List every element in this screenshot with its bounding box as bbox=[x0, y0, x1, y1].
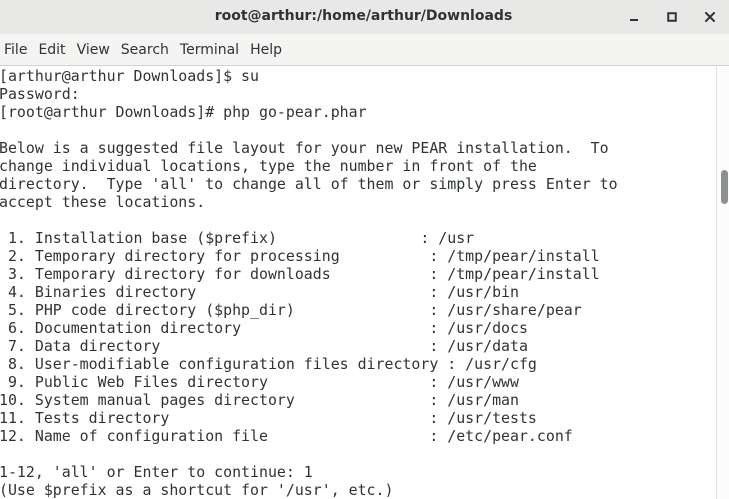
terminal-line: change individual locations, type the nu… bbox=[0, 157, 537, 175]
terminal-line: 6. Documentation directory : /usr/docs bbox=[0, 319, 528, 337]
terminal-line: 2. Temporary directory for processing : … bbox=[0, 247, 600, 265]
terminal-line: 12. Name of configuration file : /etc/pe… bbox=[0, 427, 573, 445]
window-title: root@arthur:/home/arthur/Downloads bbox=[214, 8, 513, 24]
terminal-line: 1-12, 'all' or Enter to continue: 1 bbox=[0, 463, 313, 481]
terminal-line: 4. Binaries directory : /usr/bin bbox=[0, 283, 519, 301]
terminal-line: 11. Tests directory : /usr/tests bbox=[0, 409, 537, 427]
terminal-line: 3. Temporary directory for downloads : /… bbox=[0, 265, 600, 283]
terminal-line: 5. PHP code directory ($php_dir) : /usr/… bbox=[0, 301, 582, 319]
menu-bar: File Edit View Search Terminal Help bbox=[0, 34, 729, 66]
menu-search[interactable]: Search bbox=[115, 34, 175, 66]
terminal-line: 7. Data directory : /usr/data bbox=[0, 337, 528, 355]
terminal-line: accept these locations. bbox=[0, 193, 206, 211]
menu-view[interactable]: View bbox=[71, 34, 116, 66]
menu-edit[interactable]: Edit bbox=[32, 34, 71, 66]
terminal-line: 9. Public Web Files directory : /usr/www bbox=[0, 373, 519, 391]
maximize-button[interactable] bbox=[653, 0, 691, 34]
menu-help[interactable]: Help bbox=[244, 34, 288, 66]
terminal-line: 8. User-modifiable configuration files d… bbox=[0, 355, 537, 373]
terminal-line: [arthur@arthur Downloads]$ su bbox=[0, 67, 259, 85]
terminal-line: [root@arthur Downloads]# php go-pear.pha… bbox=[0, 103, 367, 121]
terminal-line: (Use $prefix as a shortcut for '/usr', e… bbox=[0, 481, 394, 499]
terminal-line: Password: bbox=[0, 85, 80, 103]
minimize-button[interactable] bbox=[615, 0, 653, 34]
terminal-line: Below is a suggested file layout for you… bbox=[0, 139, 609, 157]
terminal-line: directory. Type 'all' to change all of t… bbox=[0, 175, 618, 193]
title-bar[interactable]: root@arthur:/home/arthur/Downloads bbox=[0, 0, 729, 34]
menu-file[interactable]: File bbox=[0, 34, 33, 66]
maximize-icon bbox=[667, 12, 677, 22]
terminal-line: 10. System manual pages directory : /usr… bbox=[0, 391, 519, 409]
menu-terminal[interactable]: Terminal bbox=[174, 34, 245, 66]
window-controls bbox=[615, 0, 729, 34]
terminal-line: 1. Installation base ($prefix) : /usr bbox=[0, 229, 475, 247]
scrollbar-thumb[interactable] bbox=[721, 170, 728, 204]
minimize-icon bbox=[630, 19, 638, 21]
vertical-scrollbar[interactable] bbox=[716, 66, 729, 499]
terminal-output[interactable]: [arthur@arthur Downloads]$ su Password: … bbox=[0, 66, 716, 499]
terminal-window: root@arthur:/home/arthur/Downloads File … bbox=[0, 0, 729, 499]
close-icon bbox=[705, 12, 715, 22]
close-button[interactable] bbox=[691, 0, 729, 34]
